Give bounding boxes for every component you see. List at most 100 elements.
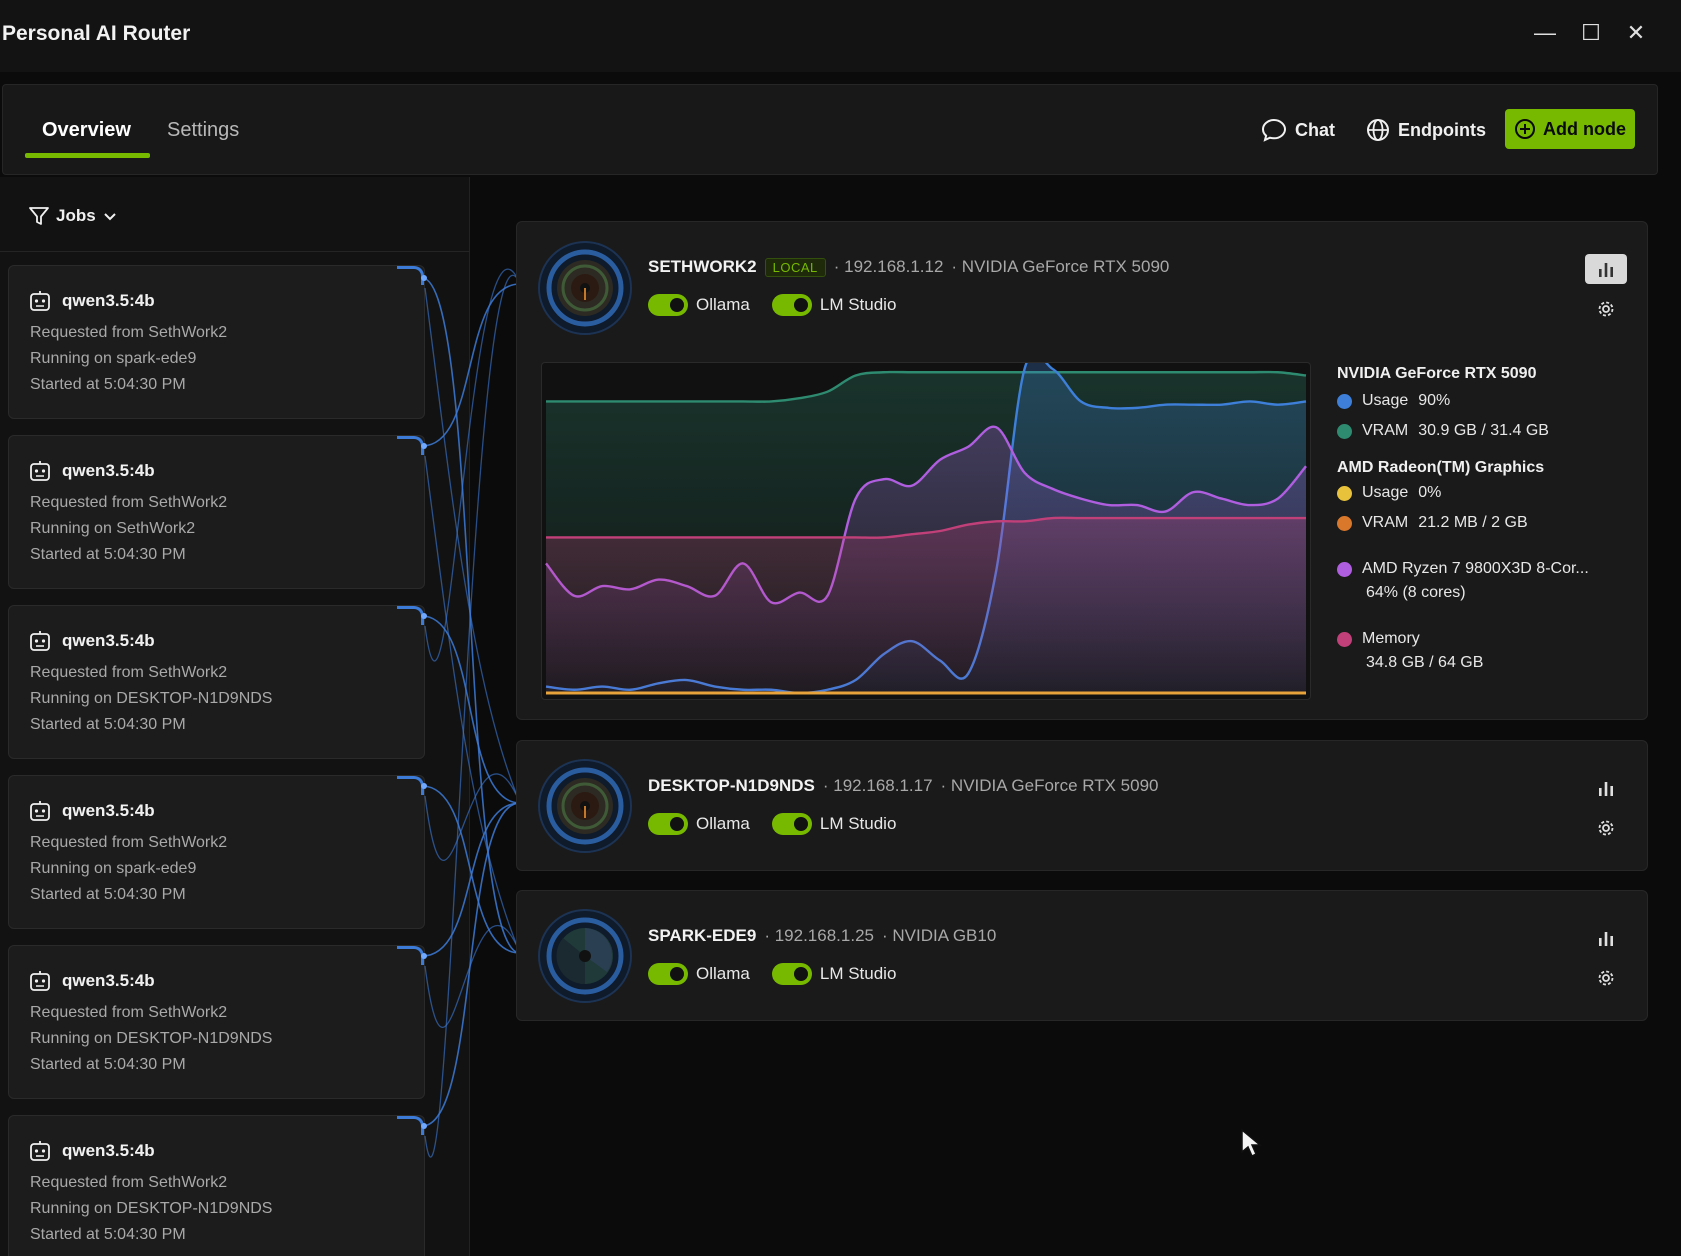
legend-memory-value: 34.8 GB / 64 GB	[1366, 654, 1484, 671]
ollama-label: Ollama	[696, 964, 750, 983]
node-status-ring	[538, 909, 632, 1003]
node-settings-button[interactable]	[1585, 294, 1627, 324]
stats-button[interactable]	[1585, 773, 1627, 803]
job-header: qwen3.5:4b	[29, 630, 155, 652]
node-meta: SETHWORK2 LOCAL · 192.168.1.12 · NVIDIA …	[648, 257, 1169, 277]
node-settings-button[interactable]	[1585, 963, 1627, 993]
ollama-label: Ollama	[696, 295, 750, 314]
legend-gpu2-title: AMD Radeon(TM) Graphics	[1337, 459, 1545, 476]
chat-label: Chat	[1295, 119, 1335, 140]
job-started: Started at 5:04:30 PM	[30, 886, 186, 903]
ollama-toggle[interactable]	[648, 813, 688, 835]
job-header: qwen3.5:4b	[29, 970, 155, 992]
lmstudio-toggle-row: LM Studio	[771, 294, 897, 316]
lmstudio-toggle[interactable]	[771, 963, 812, 985]
lmstudio-label: LM Studio	[819, 814, 897, 833]
active-tab-indicator	[25, 153, 150, 158]
lmstudio-toggle-row: LM Studio	[771, 963, 896, 985]
endpoints-button[interactable]: Endpoints	[1366, 115, 1486, 145]
backend-toggles: Ollama LM Studio	[648, 963, 896, 985]
legend-gpu1-vram: VRAM 30.9 GB / 31.4 GB	[1337, 422, 1627, 440]
job-started: Started at 5:04:30 PM	[30, 716, 186, 733]
node-gpu: · NVIDIA GeForce RTX 5090	[951, 257, 1170, 276]
jobs-panel: Jobs qwen3.5:4b Requested from SethWork2 R…	[0, 177, 470, 1256]
job-card[interactable]: qwen3.5:4b Requested from SethWork2 Runnin…	[8, 1115, 425, 1256]
legend-label: AMD Ryzen 7 9800X3D 8-Cor...	[1362, 560, 1589, 577]
connector-line	[421, 283, 521, 447]
gear-icon	[1598, 820, 1614, 836]
job-card[interactable]: qwen3.5:4b Requested from SethWork2 Runnin…	[8, 775, 425, 929]
stats-button[interactable]	[1585, 254, 1627, 284]
legend-cpu: AMD Ryzen 7 9800X3D 8-Cor...	[1337, 560, 1627, 578]
lmstudio-toggle-row: LM Studio	[771, 813, 897, 835]
add-node-button[interactable]: Add node	[1505, 109, 1635, 149]
jobs-filter-label: Jobs	[56, 206, 96, 225]
node-card-desktop: DESKTOP-N1D9NDS · 192.168.1.17 · NVIDIA …	[516, 740, 1648, 871]
stats-button[interactable]	[1585, 923, 1627, 953]
job-header: qwen3.5:4b	[29, 290, 155, 312]
app-title: Personal AI Router	[2, 22, 191, 45]
close-button[interactable]: ✕	[1621, 18, 1651, 48]
node-ip: · 192.168.1.25	[764, 926, 874, 945]
node-status-ring	[538, 241, 632, 335]
legend-memory: Memory	[1337, 630, 1627, 648]
connector-line	[424, 287, 521, 804]
resource-chart	[541, 351, 1311, 700]
legend-dot	[1337, 515, 1352, 531]
connector-dot	[421, 783, 427, 789]
resource-chart-svg	[545, 351, 1307, 695]
ollama-toggle-row: Ollama	[648, 813, 750, 835]
ollama-toggle[interactable]	[648, 963, 688, 985]
node-ip: · 192.168.1.17	[822, 776, 933, 795]
robot-icon	[30, 631, 50, 651]
node-card-sethwork2: SETHWORK2 LOCAL · 192.168.1.12 · NVIDIA …	[516, 221, 1648, 720]
jobs-filter-dropdown[interactable]: Jobs	[28, 205, 118, 227]
lmstudio-toggle[interactable]	[771, 813, 812, 835]
connector-dot	[421, 613, 427, 619]
job-card[interactable]: qwen3.5:4b Requested from SethWork2 Runnin…	[8, 435, 425, 589]
bar-chart-icon	[1599, 263, 1613, 277]
connector-dot	[421, 1123, 427, 1129]
node-card-spark: SPARK-EDE9 · 192.168.1.25 · NVIDIA GB10 …	[516, 890, 1648, 1021]
job-started: Started at 5:04:30 PM	[30, 376, 186, 393]
tab-settings[interactable]: Settings	[167, 119, 239, 142]
chat-icon	[1261, 118, 1287, 142]
node-name: DESKTOP-N1D9NDS	[648, 776, 815, 795]
job-header: qwen3.5:4b	[29, 1140, 155, 1162]
lmstudio-label: LM Studio	[819, 295, 897, 314]
job-started: Started at 5:04:30 PM	[30, 546, 186, 563]
node-settings-button[interactable]	[1585, 813, 1627, 843]
robot-icon	[30, 971, 50, 991]
node-gpu: · NVIDIA GB10	[881, 926, 997, 945]
job-card[interactable]: qwen3.5:4b Requested from SethWork2 Runnin…	[8, 265, 425, 419]
minimize-button[interactable]: —	[1530, 18, 1560, 48]
tab-overview[interactable]: Overview	[42, 119, 131, 142]
maximize-button[interactable]: ☐	[1576, 18, 1606, 48]
connector-dot	[421, 443, 427, 449]
node-name: SPARK-EDE9	[648, 926, 757, 945]
chat-button[interactable]: Chat	[1261, 115, 1335, 145]
backend-toggles: Ollama LM Studio	[648, 294, 896, 316]
job-card[interactable]: qwen3.5:4b Requested from SethWork2 Runnin…	[8, 945, 425, 1099]
legend-gpu1-title: NVIDIA GeForce RTX 5090	[1337, 365, 1537, 382]
title-bar: Personal AI Router — ☐ ✕	[0, 0, 1681, 72]
legend-cpu-value: 64% (8 cores)	[1366, 584, 1466, 601]
ollama-label: Ollama	[696, 814, 750, 833]
series-area	[546, 517, 1306, 693]
backend-toggles: Ollama LM Studio	[648, 813, 896, 835]
node-name: SETHWORK2	[648, 257, 757, 276]
legend-dot	[1337, 485, 1352, 501]
legend-label: Memory	[1362, 630, 1420, 647]
legend-gpu2-usage: Usage 0%	[1337, 484, 1627, 502]
legend-gpu2-vram: VRAM 21.2 MB / 2 GB	[1337, 514, 1627, 532]
top-nav: Overview Settings Chat Endpoints Add nod…	[2, 84, 1658, 175]
job-model: qwen3.5:4b	[62, 631, 155, 650]
lmstudio-toggle[interactable]	[771, 294, 812, 316]
legend-label: Usage	[1362, 484, 1409, 501]
robot-icon	[30, 801, 50, 821]
node-meta: SPARK-EDE9 · 192.168.1.25 · NVIDIA GB10	[648, 926, 996, 946]
ollama-toggle[interactable]	[648, 294, 688, 316]
job-card[interactable]: qwen3.5:4b Requested from SethWork2 Runnin…	[8, 605, 425, 759]
endpoints-label: Endpoints	[1398, 119, 1486, 140]
node-meta: DESKTOP-N1D9NDS · 192.168.1.17 · NVIDIA …	[648, 776, 1158, 796]
